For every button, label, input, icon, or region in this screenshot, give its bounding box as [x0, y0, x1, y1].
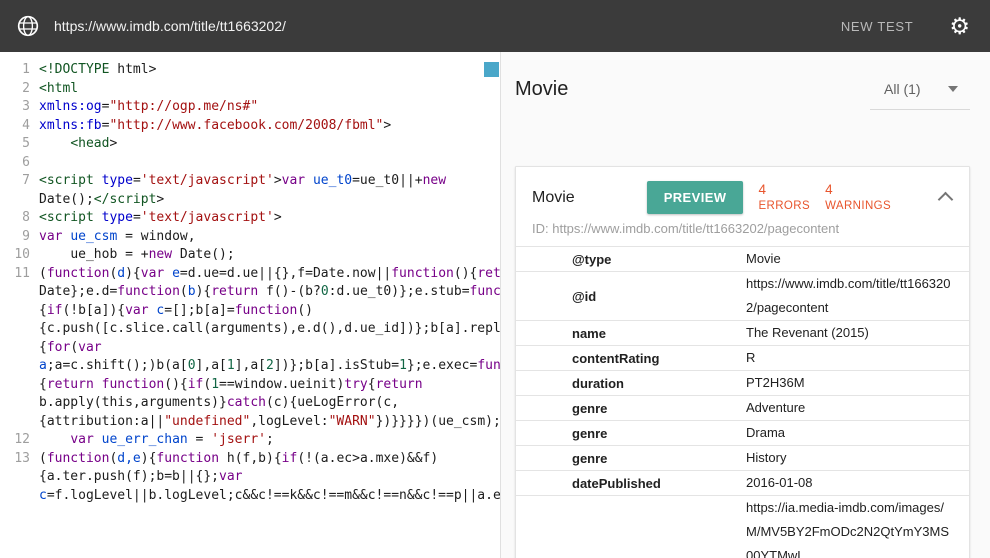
line-number: 1: [0, 61, 39, 80]
movie-result-card: Movie PREVIEW 4 ERRORS 4 WARNINGS ID: ht…: [515, 166, 970, 558]
code-line: 9var ue_csm = window,: [0, 228, 500, 247]
code-lines: 1<!DOCTYPE html>2<html3xmlns:og="http://…: [0, 52, 500, 505]
property-name: genre: [516, 426, 746, 441]
code-line: 12 var ue_err_chan = 'jserr';: [0, 431, 500, 450]
line-number: 3: [0, 98, 39, 117]
property-value: https://www.imdb.com/title/tt1663202/pag…: [746, 272, 953, 320]
code-text: (function(d,e){function h(f,b){if(!(a.ec…: [39, 450, 500, 506]
preview-button[interactable]: PREVIEW: [647, 181, 744, 214]
property-value: 2016-01-08: [746, 471, 953, 495]
line-number: 5: [0, 135, 39, 154]
code-line: 2<html: [0, 80, 500, 99]
property-name: @id: [516, 289, 746, 304]
code-line: 7<script type='text/javascript'>var ue_t…: [0, 172, 500, 209]
chevron-up-icon: [938, 192, 954, 208]
property-name: @type: [516, 252, 746, 267]
line-number: 6: [0, 154, 39, 173]
warnings-label: WARNINGS: [825, 200, 891, 213]
table-row: contentRatingR: [516, 345, 969, 370]
table-row: datePublished2016-01-08: [516, 470, 969, 495]
card-header: Movie PREVIEW 4 ERRORS 4 WARNINGS: [516, 167, 969, 218]
settings-gear-icon[interactable]: ⚙: [949, 15, 970, 38]
code-line: 1<!DOCTYPE html>: [0, 61, 500, 80]
code-text: var ue_err_chan = 'jserr';: [39, 431, 500, 450]
errors-count: 4: [758, 182, 810, 198]
table-row: https://ia.media-imdb.com/images/M/MV5BY…: [516, 495, 969, 558]
line-number: 4: [0, 117, 39, 136]
errors-label: ERRORS: [758, 200, 810, 213]
filter-selected-value: All (1): [870, 81, 948, 97]
line-number: 11: [0, 265, 39, 432]
code-line: 11(function(d){var e=d.ue=d.ue||{},f=Dat…: [0, 265, 500, 432]
code-text: [39, 154, 500, 173]
property-value: https://ia.media-imdb.com/images/M/MV5BY…: [746, 496, 953, 558]
code-line: 5 <head>: [0, 135, 500, 154]
property-value: R: [746, 346, 953, 370]
property-name: contentRating: [516, 351, 746, 366]
property-name: genre: [516, 451, 746, 466]
main-split: 1<!DOCTYPE html>2<html3xmlns:og="http://…: [0, 52, 990, 558]
code-text: <script type='text/javascript'>: [39, 209, 500, 228]
property-value: PT2H36M: [746, 371, 953, 395]
source-code-editor[interactable]: 1<!DOCTYPE html>2<html3xmlns:og="http://…: [0, 52, 500, 558]
line-number: 12: [0, 431, 39, 450]
results-filter-dropdown[interactable]: All (1): [870, 81, 970, 110]
property-name: name: [516, 326, 746, 341]
line-number: 7: [0, 172, 39, 209]
code-text: <!DOCTYPE html>: [39, 61, 500, 80]
code-line: 4xmlns:fb="http://www.facebook.com/2008/…: [0, 117, 500, 136]
errors-stat[interactable]: 4 ERRORS: [758, 182, 810, 213]
property-value: History: [746, 446, 953, 470]
table-row: genreAdventure: [516, 395, 969, 420]
code-line: 8<script type='text/javascript'>: [0, 209, 500, 228]
property-name: genre: [516, 401, 746, 416]
code-line: 13(function(d,e){function h(f,b){if(!(a.…: [0, 450, 500, 506]
line-number: 13: [0, 450, 39, 506]
property-name: duration: [516, 376, 746, 391]
top-bar: https://www.imdb.com/title/tt1663202/ NE…: [0, 0, 990, 52]
tested-url: https://www.imdb.com/title/tt1663202/: [54, 18, 286, 34]
code-text: <head>: [39, 135, 500, 154]
table-row: genreDrama: [516, 420, 969, 445]
property-value: The Revenant (2015): [746, 321, 953, 345]
new-test-button[interactable]: NEW TEST: [841, 19, 914, 34]
line-number: 9: [0, 228, 39, 247]
table-row: @idhttps://www.imdb.com/title/tt1663202/…: [516, 271, 969, 320]
table-row: genreHistory: [516, 445, 969, 470]
line-number: 10: [0, 246, 39, 265]
line-number: 2: [0, 80, 39, 99]
code-text: xmlns:og="http://ogp.me/ns#": [39, 98, 500, 117]
code-line: 10 ue_hob = +new Date();: [0, 246, 500, 265]
table-row: nameThe Revenant (2015): [516, 320, 969, 345]
code-text: var ue_csm = window,: [39, 228, 500, 247]
code-text: xmlns:fb="http://www.facebook.com/2008/f…: [39, 117, 500, 136]
chevron-down-icon: [948, 86, 958, 92]
editor-scrollbar-thumb[interactable]: [484, 62, 499, 77]
code-text: <script type='text/javascript'>var ue_t0…: [39, 172, 500, 209]
property-name: datePublished: [516, 476, 746, 491]
card-title: Movie: [532, 189, 575, 207]
results-panel: Movie All (1) Movie PREVIEW 4 ERRORS 4 W…: [500, 52, 990, 558]
code-text: (function(d){var e=d.ue=d.ue||{},f=Date.…: [39, 265, 500, 432]
line-number: 8: [0, 209, 39, 228]
warnings-stat[interactable]: 4 WARNINGS: [825, 182, 891, 213]
property-table: @typeMovie@idhttps://www.imdb.com/title/…: [516, 246, 969, 558]
results-header: Movie All (1): [515, 78, 970, 110]
code-text: <html: [39, 80, 500, 99]
code-line: 3xmlns:og="http://ogp.me/ns#": [0, 98, 500, 117]
table-row: durationPT2H36M: [516, 370, 969, 395]
item-id-line: ID: https://www.imdb.com/title/tt1663202…: [516, 218, 969, 246]
result-type-title: Movie: [515, 78, 568, 101]
property-value: Adventure: [746, 396, 953, 420]
property-value: Drama: [746, 421, 953, 445]
code-line: 6: [0, 154, 500, 173]
globe-icon: [16, 14, 40, 38]
table-row: @typeMovie: [516, 246, 969, 271]
warnings-count: 4: [825, 182, 891, 198]
collapse-card-button[interactable]: [938, 184, 953, 211]
code-text: ue_hob = +new Date();: [39, 246, 500, 265]
property-value: Movie: [746, 247, 953, 271]
